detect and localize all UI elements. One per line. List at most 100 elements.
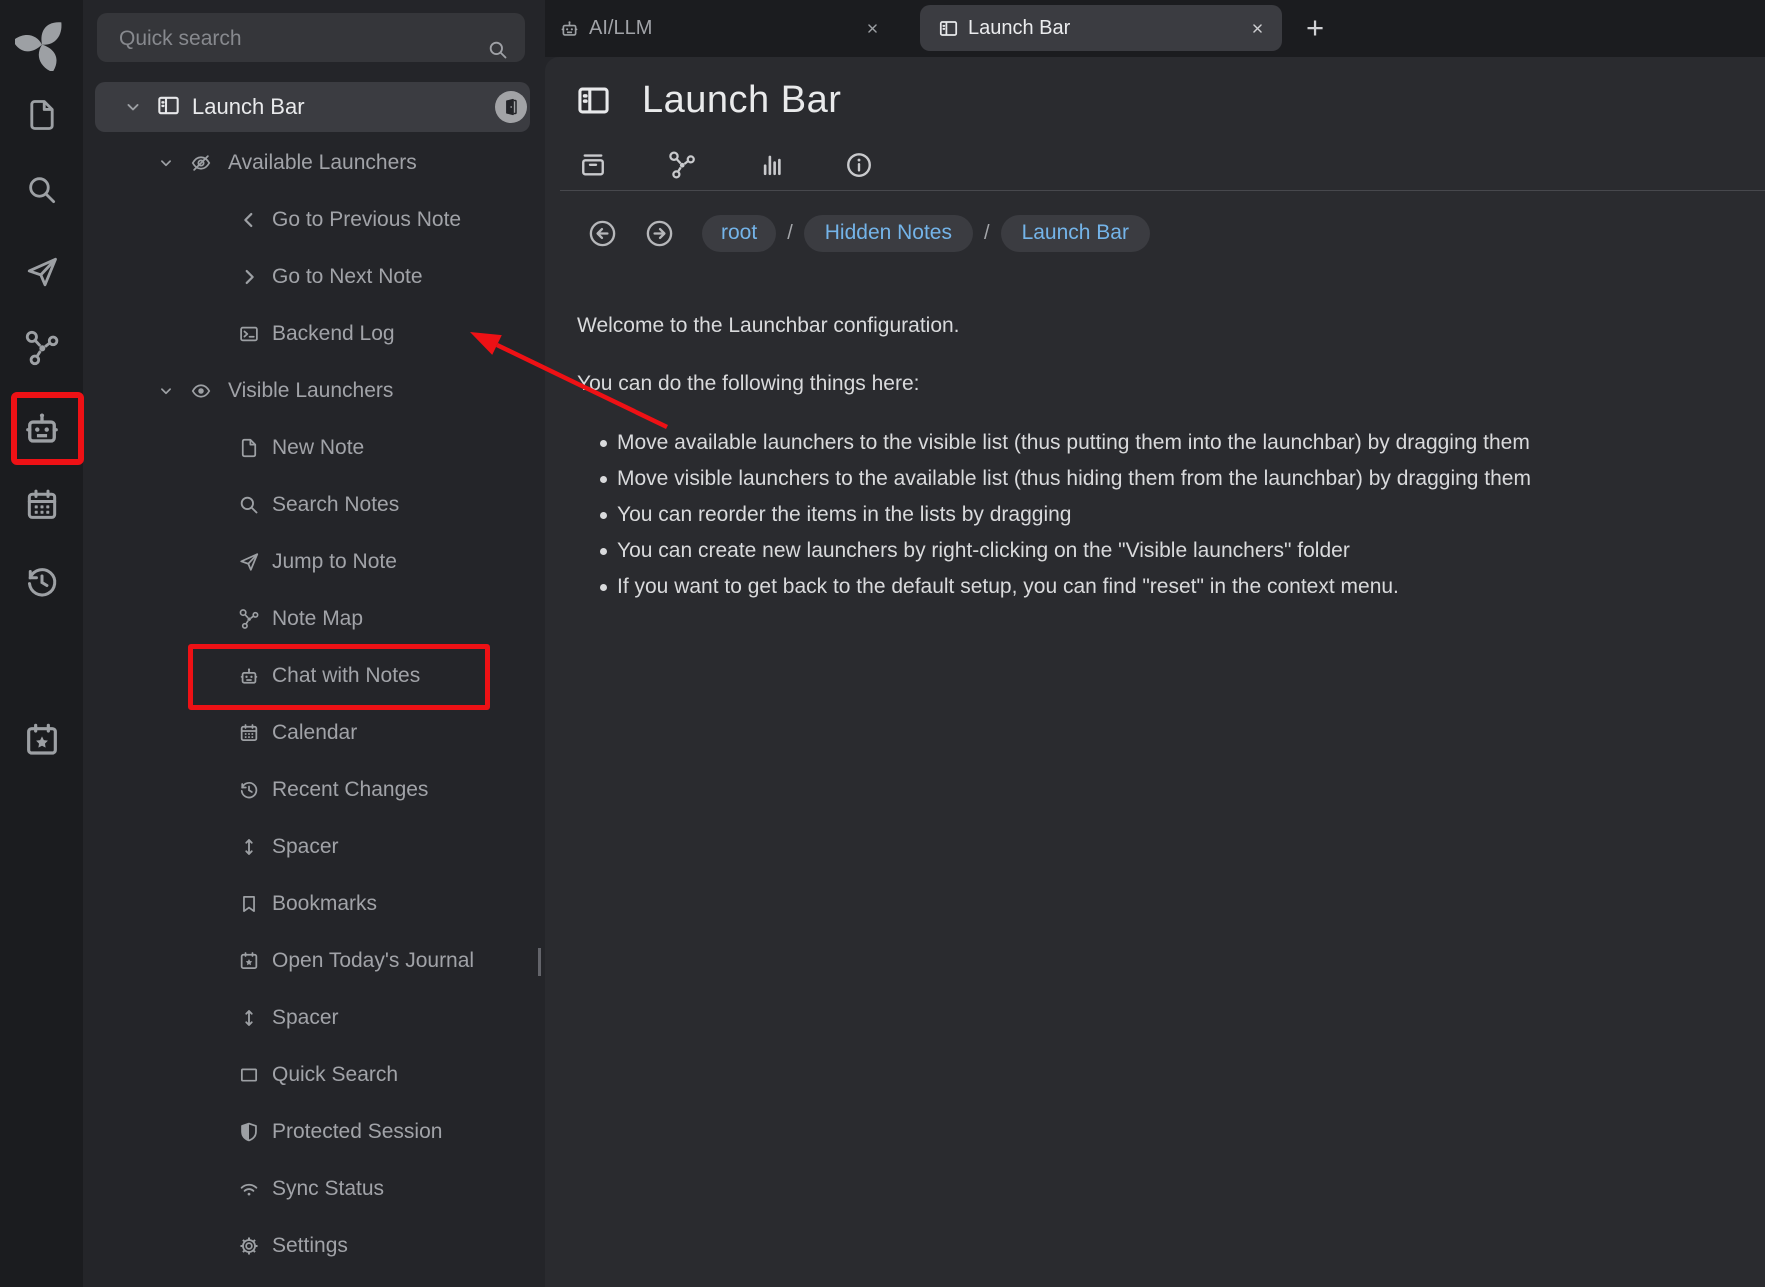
tree-item-launch-bar-root[interactable]: Launch Bar bbox=[95, 82, 530, 132]
file-icon bbox=[24, 97, 60, 133]
tree-item-label: Recent Changes bbox=[272, 770, 428, 810]
breadcrumb-hidden-notes[interactable]: Hidden Notes bbox=[804, 215, 973, 252]
close-tab-icon[interactable] bbox=[1249, 20, 1266, 37]
note-map-icon bbox=[667, 150, 697, 180]
instruction-item: Move available launchers to the visible … bbox=[545, 425, 1531, 461]
breadcrumb-root[interactable]: root bbox=[702, 215, 776, 252]
note-map-button[interactable] bbox=[659, 143, 705, 187]
tree-item-new-note[interactable]: New Note bbox=[83, 428, 545, 468]
collection-icon bbox=[578, 150, 608, 180]
tree-item-search-notes[interactable]: Search Notes bbox=[83, 485, 545, 525]
robot-icon bbox=[559, 18, 580, 39]
chevron-down-icon[interactable] bbox=[157, 154, 175, 172]
launcher-app-logo-button[interactable] bbox=[0, 17, 83, 71]
launcher-open-todays-journal-button[interactable] bbox=[0, 720, 83, 760]
instructions-list: Move available launchers to the visible … bbox=[545, 425, 1531, 605]
note-info-button[interactable] bbox=[836, 143, 882, 187]
breadcrumb-launch-bar[interactable]: Launch Bar bbox=[1001, 215, 1150, 252]
quick-search-box bbox=[97, 13, 525, 62]
chevron-down-icon[interactable] bbox=[157, 382, 175, 400]
tree-item-backend-log[interactable]: Backend Log bbox=[83, 314, 545, 354]
move-vertical-icon bbox=[238, 1007, 260, 1029]
tree-item-label: Spacer bbox=[272, 827, 339, 867]
instruction-item: Move visible launchers to the available … bbox=[545, 461, 1531, 497]
collection-properties-button[interactable] bbox=[570, 143, 616, 187]
breadcrumb-separator: / bbox=[787, 222, 793, 245]
tree-item-label: Spacer bbox=[272, 998, 339, 1038]
shield-icon bbox=[238, 1121, 260, 1143]
leaf-icon bbox=[15, 17, 69, 71]
history-back-button[interactable] bbox=[587, 218, 618, 249]
tree-item-label: Open Today's Journal bbox=[272, 941, 474, 981]
instruction-item: If you want to get back to the default s… bbox=[545, 569, 1531, 605]
note-tree-sidebar: Launch Bar Available Launchers Go to Prev… bbox=[83, 0, 545, 1287]
tree-item-quick-search[interactable]: Quick Search bbox=[83, 1055, 545, 1095]
tree-item-available-launchers[interactable]: Available Launchers bbox=[83, 143, 545, 183]
tree-item-label: Jump to Note bbox=[272, 542, 397, 582]
note-statistics-button[interactable] bbox=[749, 143, 795, 187]
tree-item-label: Search Notes bbox=[272, 485, 399, 525]
tree-item-settings[interactable]: Settings bbox=[83, 1226, 545, 1266]
tree-item-calendar[interactable]: Calendar bbox=[83, 713, 545, 753]
robot-icon bbox=[238, 665, 260, 687]
tree-item-go-to-previous-note[interactable]: Go to Previous Note bbox=[83, 200, 545, 240]
launcher-calendar-button[interactable] bbox=[0, 486, 83, 524]
bookmark-icon bbox=[238, 893, 260, 915]
launcher-chat-with-notes-button[interactable] bbox=[0, 407, 83, 449]
welcome-text: Welcome to the Launchbar configuration. bbox=[577, 313, 960, 338]
arrow-left-circle-icon bbox=[587, 218, 618, 249]
note-map-icon bbox=[23, 329, 61, 367]
close-tab-icon[interactable] bbox=[864, 20, 881, 37]
tree-item-protected-session[interactable]: Protected Session bbox=[83, 1112, 545, 1152]
launcher-recent-changes-button[interactable] bbox=[0, 563, 83, 601]
tree-item-label: New Note bbox=[272, 428, 364, 468]
tree-item-bookmarks[interactable]: Bookmarks bbox=[83, 884, 545, 924]
quick-search-input[interactable] bbox=[117, 13, 461, 64]
calendar-icon bbox=[238, 722, 260, 744]
tree-item-label: Note Map bbox=[272, 599, 363, 639]
tree-item-label: Protected Session bbox=[272, 1112, 442, 1152]
tree-item-label: Calendar bbox=[272, 713, 357, 753]
tree-item-label: Chat with Notes bbox=[272, 656, 420, 696]
tree-item-label: Quick Search bbox=[272, 1055, 398, 1095]
tree-item-label: Go to Next Note bbox=[272, 257, 423, 297]
label-truncation-mark bbox=[538, 948, 541, 976]
tab-launch-bar[interactable]: Launch Bar bbox=[920, 5, 1282, 51]
tree-item-jump-to-note[interactable]: Jump to Note bbox=[83, 542, 545, 582]
history-forward-button[interactable] bbox=[644, 218, 675, 249]
tree-item-go-to-next-note[interactable]: Go to Next Note bbox=[83, 257, 545, 297]
file-icon bbox=[238, 437, 260, 459]
launcher-jump-to-note-button[interactable] bbox=[0, 254, 83, 290]
tree-item-chat-with-notes[interactable]: Chat with Notes bbox=[83, 656, 545, 696]
tree-item-label: Bookmarks bbox=[272, 884, 377, 924]
tree-item-open-today-s-journal[interactable]: Open Today's Journal bbox=[83, 941, 545, 981]
chevron-down-icon[interactable] bbox=[123, 97, 143, 117]
note-title-row: Launch Bar bbox=[575, 79, 841, 122]
unhoist-button[interactable] bbox=[495, 91, 527, 123]
note-path-breadcrumb: root/Hidden Notes/Launch Bar bbox=[587, 214, 1150, 252]
tree-item-recent-changes[interactable]: Recent Changes bbox=[83, 770, 545, 810]
tab-ai-llm[interactable]: AI/LLM bbox=[559, 0, 899, 57]
note-title[interactable]: Launch Bar bbox=[642, 79, 841, 122]
tree-item-label: Visible Launchers bbox=[228, 371, 393, 411]
calendar-star-icon bbox=[22, 720, 62, 760]
tree-item-label: Sync Status bbox=[272, 1169, 384, 1209]
launcher-new-note-button[interactable] bbox=[0, 97, 83, 133]
tree-item-visible-launchers[interactable]: Visible Launchers bbox=[83, 371, 545, 411]
square-icon bbox=[238, 1064, 260, 1086]
tree-item-note-map[interactable]: Note Map bbox=[83, 599, 545, 639]
tree-item-spacer[interactable]: Spacer bbox=[83, 998, 545, 1038]
arrow-right-circle-icon bbox=[644, 218, 675, 249]
new-tab-button[interactable]: + bbox=[1297, 8, 1333, 48]
tree-item-label: Launch Bar bbox=[192, 82, 305, 132]
tree-item-sync-status[interactable]: Sync Status bbox=[83, 1169, 545, 1209]
tab-label: Launch Bar bbox=[968, 17, 1070, 40]
launcher-note-map-button[interactable] bbox=[0, 329, 83, 367]
search-icon[interactable] bbox=[487, 39, 509, 61]
tree-item-spacer[interactable]: Spacer bbox=[83, 827, 545, 867]
tree-item-label: Available Launchers bbox=[228, 143, 417, 183]
chevron-right-icon bbox=[238, 266, 260, 288]
launcher-search-button[interactable] bbox=[0, 173, 83, 207]
search-icon bbox=[238, 494, 260, 516]
search-icon bbox=[25, 173, 59, 207]
